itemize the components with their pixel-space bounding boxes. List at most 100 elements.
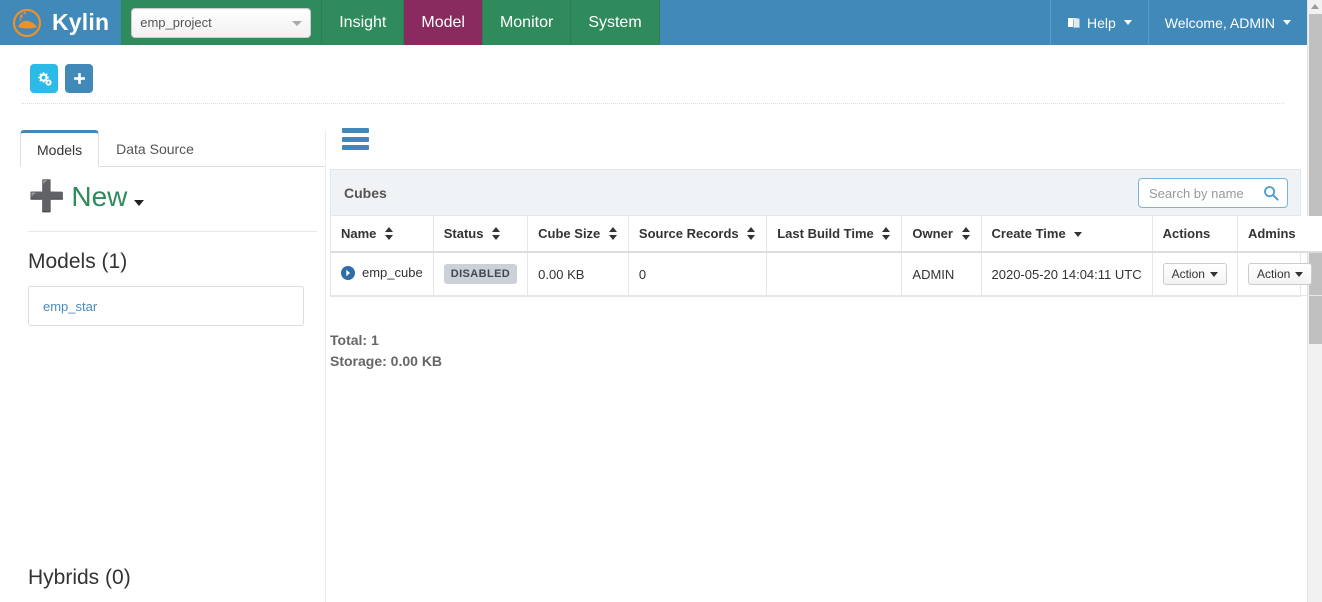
- nav-item-system[interactable]: System: [571, 0, 660, 45]
- nav-item-model[interactable]: Model: [404, 0, 483, 45]
- help-menu-label: Help: [1086, 14, 1116, 31]
- caret-down-icon: [1123, 20, 1132, 25]
- project-selector[interactable]: emp_project: [131, 7, 312, 38]
- nav-item-insight[interactable]: Insight: [321, 0, 405, 45]
- left-panel-divider: [325, 130, 326, 602]
- kylin-logo-icon: [12, 8, 42, 37]
- gears-icon: [37, 72, 52, 86]
- admins-dropdown-button[interactable]: Action: [1247, 263, 1313, 285]
- cubes-panel: Cubes Name Status Cube Size: [330, 169, 1322, 297]
- nav-item-monitor[interactable]: Monitor: [482, 0, 572, 45]
- search-input[interactable]: [1147, 184, 1262, 202]
- column-header-status[interactable]: Status: [433, 216, 529, 253]
- cell-source-records: 0: [628, 252, 768, 296]
- column-label: Status: [443, 226, 484, 241]
- caret-down-icon: [134, 200, 145, 206]
- column-header-last-build-time[interactable]: Last Build Time: [766, 216, 903, 253]
- plus-icon: ➕: [28, 180, 66, 213]
- tab-models[interactable]: Models: [20, 130, 100, 167]
- cell-cube-size: 0.00 KB: [527, 252, 629, 296]
- cubes-table-head: Name Status Cube Size Source Records Las…: [331, 216, 1322, 253]
- scroll-up-arrow-icon[interactable]: [1311, 4, 1319, 9]
- column-header-cube-size[interactable]: Cube Size: [527, 216, 629, 253]
- cell-last-build-time: [766, 252, 903, 296]
- cell-actions: Action: [1152, 252, 1238, 296]
- column-label: Owner: [912, 226, 953, 241]
- add-project-button[interactable]: [65, 64, 93, 93]
- sort-icon: [385, 227, 394, 240]
- total-storage: Storage: 0.00 KB: [330, 353, 443, 369]
- total-count: Total: 1: [330, 332, 379, 348]
- models-section-title: Models (1): [28, 250, 128, 273]
- sort-icon: [492, 227, 501, 240]
- search-icon[interactable]: [1263, 185, 1279, 201]
- top-navbar: Kylin emp_project Insight Model Monitor …: [0, 0, 1307, 45]
- column-header-admins: Admins: [1237, 216, 1322, 253]
- cube-link-emp-cube[interactable]: emp_cube: [341, 265, 423, 280]
- brand-name: Kylin: [52, 9, 110, 35]
- column-label: Cube Size: [538, 226, 601, 241]
- status-badge: DISABLED: [443, 264, 518, 284]
- column-header-owner[interactable]: Owner: [901, 216, 982, 253]
- search-box[interactable]: [1138, 178, 1288, 208]
- column-header-actions: Actions: [1152, 216, 1238, 253]
- cell-status: DISABLED: [433, 252, 529, 296]
- nav-right: Help Welcome, ADMIN: [1049, 0, 1307, 45]
- model-link-emp-star[interactable]: emp_star: [43, 299, 97, 314]
- project-selector-value: emp_project: [140, 15, 212, 30]
- book-icon: [1067, 17, 1080, 28]
- column-label: Last Build Time: [777, 226, 874, 241]
- manage-project-button[interactable]: [30, 64, 58, 93]
- table-header-row: Name Status Cube Size Source Records Las…: [331, 216, 1322, 253]
- cell-admins: Action: [1237, 252, 1322, 296]
- totals-summary: Total: 1 Storage: 0.00 KB: [330, 330, 442, 372]
- cube-name-label: emp_cube: [362, 265, 423, 281]
- sort-icon: [608, 227, 618, 240]
- action-dropdown-button[interactable]: Action: [1162, 263, 1227, 285]
- brand[interactable]: Kylin: [0, 0, 121, 45]
- user-menu[interactable]: Welcome, ADMIN: [1147, 0, 1307, 45]
- plus-icon: [73, 73, 85, 84]
- hamburger-icon[interactable]: [342, 128, 369, 150]
- chevron-down-icon: [292, 20, 303, 26]
- cell-create-time: 2020-05-20 14:04:11 UTC: [981, 252, 1153, 296]
- project-toolbar: [30, 64, 93, 93]
- help-menu[interactable]: Help: [1049, 0, 1148, 45]
- action-dropdown-label: Action: [1171, 267, 1205, 281]
- cell-name: emp_cube: [331, 252, 434, 296]
- column-label: Source Records: [638, 226, 739, 241]
- cubes-table-body: emp_cube DISABLED 0.00 KB 0 ADMIN 2020-0…: [331, 252, 1322, 296]
- cubes-panel-header: Cubes: [331, 170, 1300, 216]
- caret-down-icon: [1283, 20, 1291, 25]
- list-item[interactable]: emp_star: [28, 286, 304, 326]
- table-row[interactable]: emp_cube DISABLED 0.00 KB 0 ADMIN 2020-0…: [331, 252, 1322, 296]
- toolbar-divider: [22, 103, 1284, 104]
- column-header-source-records[interactable]: Source Records: [628, 216, 768, 253]
- column-header-name[interactable]: Name: [331, 216, 434, 253]
- sort-icon: [747, 227, 756, 240]
- expand-circle-right-icon[interactable]: [341, 265, 355, 280]
- project-selector-container: emp_project: [121, 0, 322, 45]
- hamburger-bar: [342, 145, 369, 150]
- hamburger-bar: [342, 136, 369, 142]
- hamburger-bar: [342, 128, 369, 133]
- left-panel-tabs: Models Data Source: [20, 130, 325, 167]
- sort-icon: [882, 227, 891, 240]
- new-model-button[interactable]: ➕ New: [20, 175, 325, 223]
- column-label: Create Time: [991, 226, 1066, 241]
- hybrids-section-title: Hybrids (0): [28, 566, 131, 589]
- cell-owner: ADMIN: [901, 252, 982, 296]
- new-model-label: New: [71, 181, 128, 212]
- sort-icon: [961, 227, 971, 240]
- left-panel: ➕ New Models (1) emp_star: [20, 175, 325, 326]
- caret-down-icon: [1209, 271, 1218, 277]
- column-label: Name: [341, 226, 377, 241]
- page-scrollbar[interactable]: [1307, 0, 1322, 602]
- column-header-create-time[interactable]: Create Time: [981, 216, 1153, 253]
- user-menu-label: Welcome, ADMIN: [1164, 14, 1275, 31]
- cubes-table: Name Status Cube Size Source Records Las…: [331, 216, 1322, 296]
- main-nav: Insight Model Monitor System: [321, 0, 660, 45]
- sort-desc-icon: [1074, 227, 1083, 240]
- admins-dropdown-label: Action: [1256, 267, 1291, 281]
- tab-data-source[interactable]: Data Source: [99, 130, 211, 167]
